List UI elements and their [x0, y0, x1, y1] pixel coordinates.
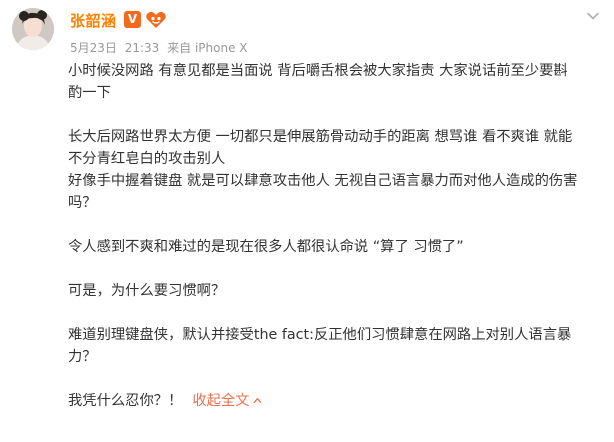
avatar-image — [12, 8, 54, 50]
heart-fan-badge-icon — [145, 10, 167, 29]
text-line: 力？ — [68, 349, 97, 365]
paragraph-2a: 长大后网路世界太方便 一切都只是伸展筋骨动动手的距离 想骂谁 看不爽谁 就能 不… — [68, 126, 598, 170]
text-line: 我凭什么忍你？！ — [68, 393, 183, 409]
chevron-up-icon — [253, 398, 261, 403]
collapse-full-text-link[interactable]: 收起全文 — [192, 393, 261, 409]
chevron-down-icon[interactable] — [586, 8, 600, 22]
post-time: 21:33 — [124, 41, 160, 55]
text-line: 吗？ — [68, 195, 97, 211]
username[interactable]: 张韶涵 — [70, 10, 117, 31]
post-date[interactable]: 5月23日 — [70, 41, 117, 55]
text-line: 令人感到不爽和难过的是现在很多人都很认命说 “算了 习惯了” — [68, 239, 464, 255]
paragraph-4: 可是，为什么要习惯啊？ — [68, 280, 598, 302]
text-line: 不分青红皂白的攻击别人 — [68, 151, 226, 167]
collapse-label: 收起全文 — [192, 393, 250, 409]
post-content: 小时候没网路 有意见都是当面说 背后嚼舌根会被大家指责 大家说话前至少要斟 酌一… — [68, 60, 598, 412]
avatar[interactable] — [12, 8, 54, 50]
text-line: 好像手中握着键盘 就是可以肆意攻击他人 无视自己语言暴力而对他人造成的伤害 — [68, 173, 578, 189]
paragraph-3: 令人感到不爽和难过的是现在很多人都很认命说 “算了 习惯了” — [68, 236, 598, 258]
post-source: 来自 iPhone X — [167, 41, 248, 55]
text-line: 长大后网路世界太方便 一切都只是伸展筋骨动动手的距离 想骂谁 看不爽谁 就能 — [68, 129, 573, 145]
text-line: 小时候没网路 有意见都是当面说 背后嚼舌根会被大家指责 大家说话前至少要斟 — [68, 63, 568, 79]
post-meta: 5月23日 21:33 来自 iPhone X — [70, 39, 252, 56]
text-line: 难道别理键盘侠，默认并接受the fact:反正他们习惯肆意在网路上对别人语言暴 — [68, 327, 572, 343]
paragraph-5: 难道别理键盘侠，默认并接受the fact:反正他们习惯肆意在网路上对别人语言暴… — [68, 324, 598, 368]
paragraph-6: 我凭什么忍你？！ 收起全文 — [68, 390, 598, 412]
paragraph-2b: 好像手中握着键盘 就是可以肆意攻击他人 无视自己语言暴力而对他人造成的伤害 吗？ — [68, 170, 598, 214]
text-line: 酌一下 — [68, 85, 111, 101]
text-line: 可是，为什么要习惯啊？ — [68, 283, 226, 299]
verified-v-icon: V — [124, 11, 141, 28]
paragraph-1: 小时候没网路 有意见都是当面说 背后嚼舌根会被大家指责 大家说话前至少要斟 酌一… — [68, 60, 598, 104]
